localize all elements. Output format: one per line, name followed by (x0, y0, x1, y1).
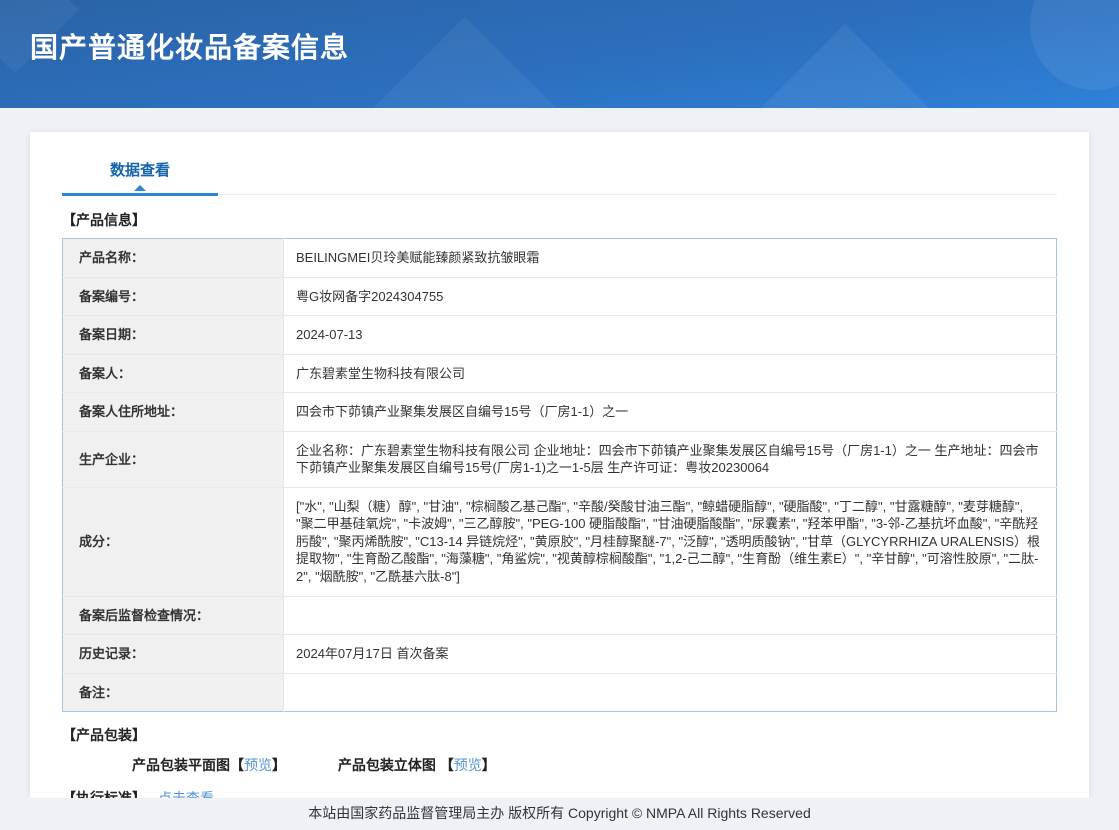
row-label: 备案编号： (62, 276, 284, 316)
row-value: 2024-07-13 (283, 315, 1057, 355)
row-label: 备案后监督检查情况： (62, 595, 284, 635)
table-row-registrant: 备案人： 广东碧素堂生物科技有限公司 (62, 353, 1057, 393)
table-row-remarks: 备注： (62, 672, 1057, 712)
table-row-history: 历史记录： 2024年07月17日 首次备案 (62, 634, 1057, 674)
row-label: 历史记录： (62, 634, 284, 674)
packaging-links-row: 产品包装平面图【预览】 产品包装立体图 【预览】 (132, 755, 1057, 775)
tab-data-view-label: 数据查看 (109, 162, 170, 179)
row-value: 广东碧素堂生物科技有限公司 (283, 353, 1057, 393)
tab-bar: 数据查看 (62, 132, 1057, 196)
content-card: 数据查看 【产品信息】 产品名称： BEILINGMEI贝玲美赋能臻颜紧致抗皱眼… (30, 132, 1089, 798)
table-row-supervision-check: 备案后监督检查情况： (62, 595, 1057, 635)
row-value: 四会市下茆镇产业聚集发展区自编号15号（厂房1-1）之一 (283, 392, 1057, 432)
product-info-table: 产品名称： BEILINGMEI贝玲美赋能臻颜紧致抗皱眼霜 备案编号： 粤G妆网… (62, 238, 1057, 713)
product-info-heading: 【产品信息】 (62, 212, 146, 228)
bracket-close: 】 (481, 757, 496, 774)
footer-copyright-text: 本站由国家药品监督管理局主办 版权所有 Copyright © NMPA All… (308, 805, 811, 821)
table-row-manufacturer: 生产企业： 企业名称：广东碧素堂生物科技有限公司 企业地址：四会市下茆镇产业聚集… (62, 430, 1057, 488)
bracket-open: 【 (439, 757, 454, 774)
table-row-registration-date: 备案日期： 2024-07-13 (62, 315, 1057, 355)
row-value: ["水", "山梨（糖）醇", "甘油", "棕榈酸乙基己酯", "辛酸/癸酸甘… (283, 486, 1057, 597)
row-label: 产品名称： (62, 238, 284, 278)
row-label: 备案人住所地址： (62, 392, 284, 432)
row-value: 企业名称：广东碧素堂生物科技有限公司 企业地址：四会市下茆镇产业聚集发展区自编号… (283, 430, 1057, 488)
table-row-registration-number: 备案编号： 粤G妆网备字2024304755 (62, 276, 1057, 316)
row-value: 2024年07月17日 首次备案 (283, 634, 1057, 674)
banner-decoration (1030, 0, 1119, 90)
bracket-open: 【 (230, 757, 244, 774)
row-value: BEILINGMEI贝玲美赋能臻颜紧致抗皱眼霜 (296, 250, 540, 265)
banner-decoration (738, 23, 952, 108)
packaging-3d-preview-link[interactable]: 预览 (454, 757, 482, 773)
page-header-banner: 国产普通化妆品备案信息 (0, 0, 1119, 108)
table-row-ingredients: 成分： ["水", "山梨（糖）醇", "甘油", "棕榈酸乙基己酯", "辛酸… (62, 486, 1057, 597)
packaging-heading: 【产品包装】 (62, 727, 146, 744)
standard-row: 【执行标准】 点击查看 (62, 788, 1057, 798)
row-value: 粤G妆网备字2024304755 (283, 276, 1057, 316)
standard-heading: 【执行标准】 (62, 788, 146, 798)
row-label: 生产企业： (62, 430, 284, 488)
packaging-3d-item: 产品包装立体图 【预览】 (338, 755, 496, 775)
row-label: 备注： (62, 672, 284, 712)
row-label: 备案人： (62, 353, 284, 393)
page-footer: 本站由国家药品监督管理局主办 版权所有 Copyright © NMPA All… (0, 798, 1119, 830)
active-tab-pointer-icon (134, 185, 146, 191)
banner-decoration (316, 16, 614, 108)
row-value (283, 595, 1057, 635)
row-label: 成分： (62, 486, 284, 597)
packaging-flat-item: 产品包装平面图【预览】 (132, 755, 286, 775)
packaging-3d-label: 产品包装立体图 (337, 757, 440, 774)
bracket-close: 】 (272, 757, 286, 774)
packaging-flat-preview-link[interactable]: 预览 (244, 757, 272, 773)
row-label: 备案日期： (62, 315, 284, 355)
standard-view-link[interactable]: 点击查看 (158, 788, 214, 798)
packaging-flat-label: 产品包装平面图 (132, 757, 230, 774)
page-title: 国产普通化妆品备案信息 (30, 32, 350, 63)
row-value (283, 672, 1057, 712)
tab-data-view[interactable]: 数据查看 (62, 148, 218, 196)
table-row-product-name: 产品名称： BEILINGMEI贝玲美赋能臻颜紧致抗皱眼霜 (62, 238, 1057, 278)
table-row-registrant-address: 备案人住所地址： 四会市下茆镇产业聚集发展区自编号15号（厂房1-1）之一 (62, 392, 1057, 432)
